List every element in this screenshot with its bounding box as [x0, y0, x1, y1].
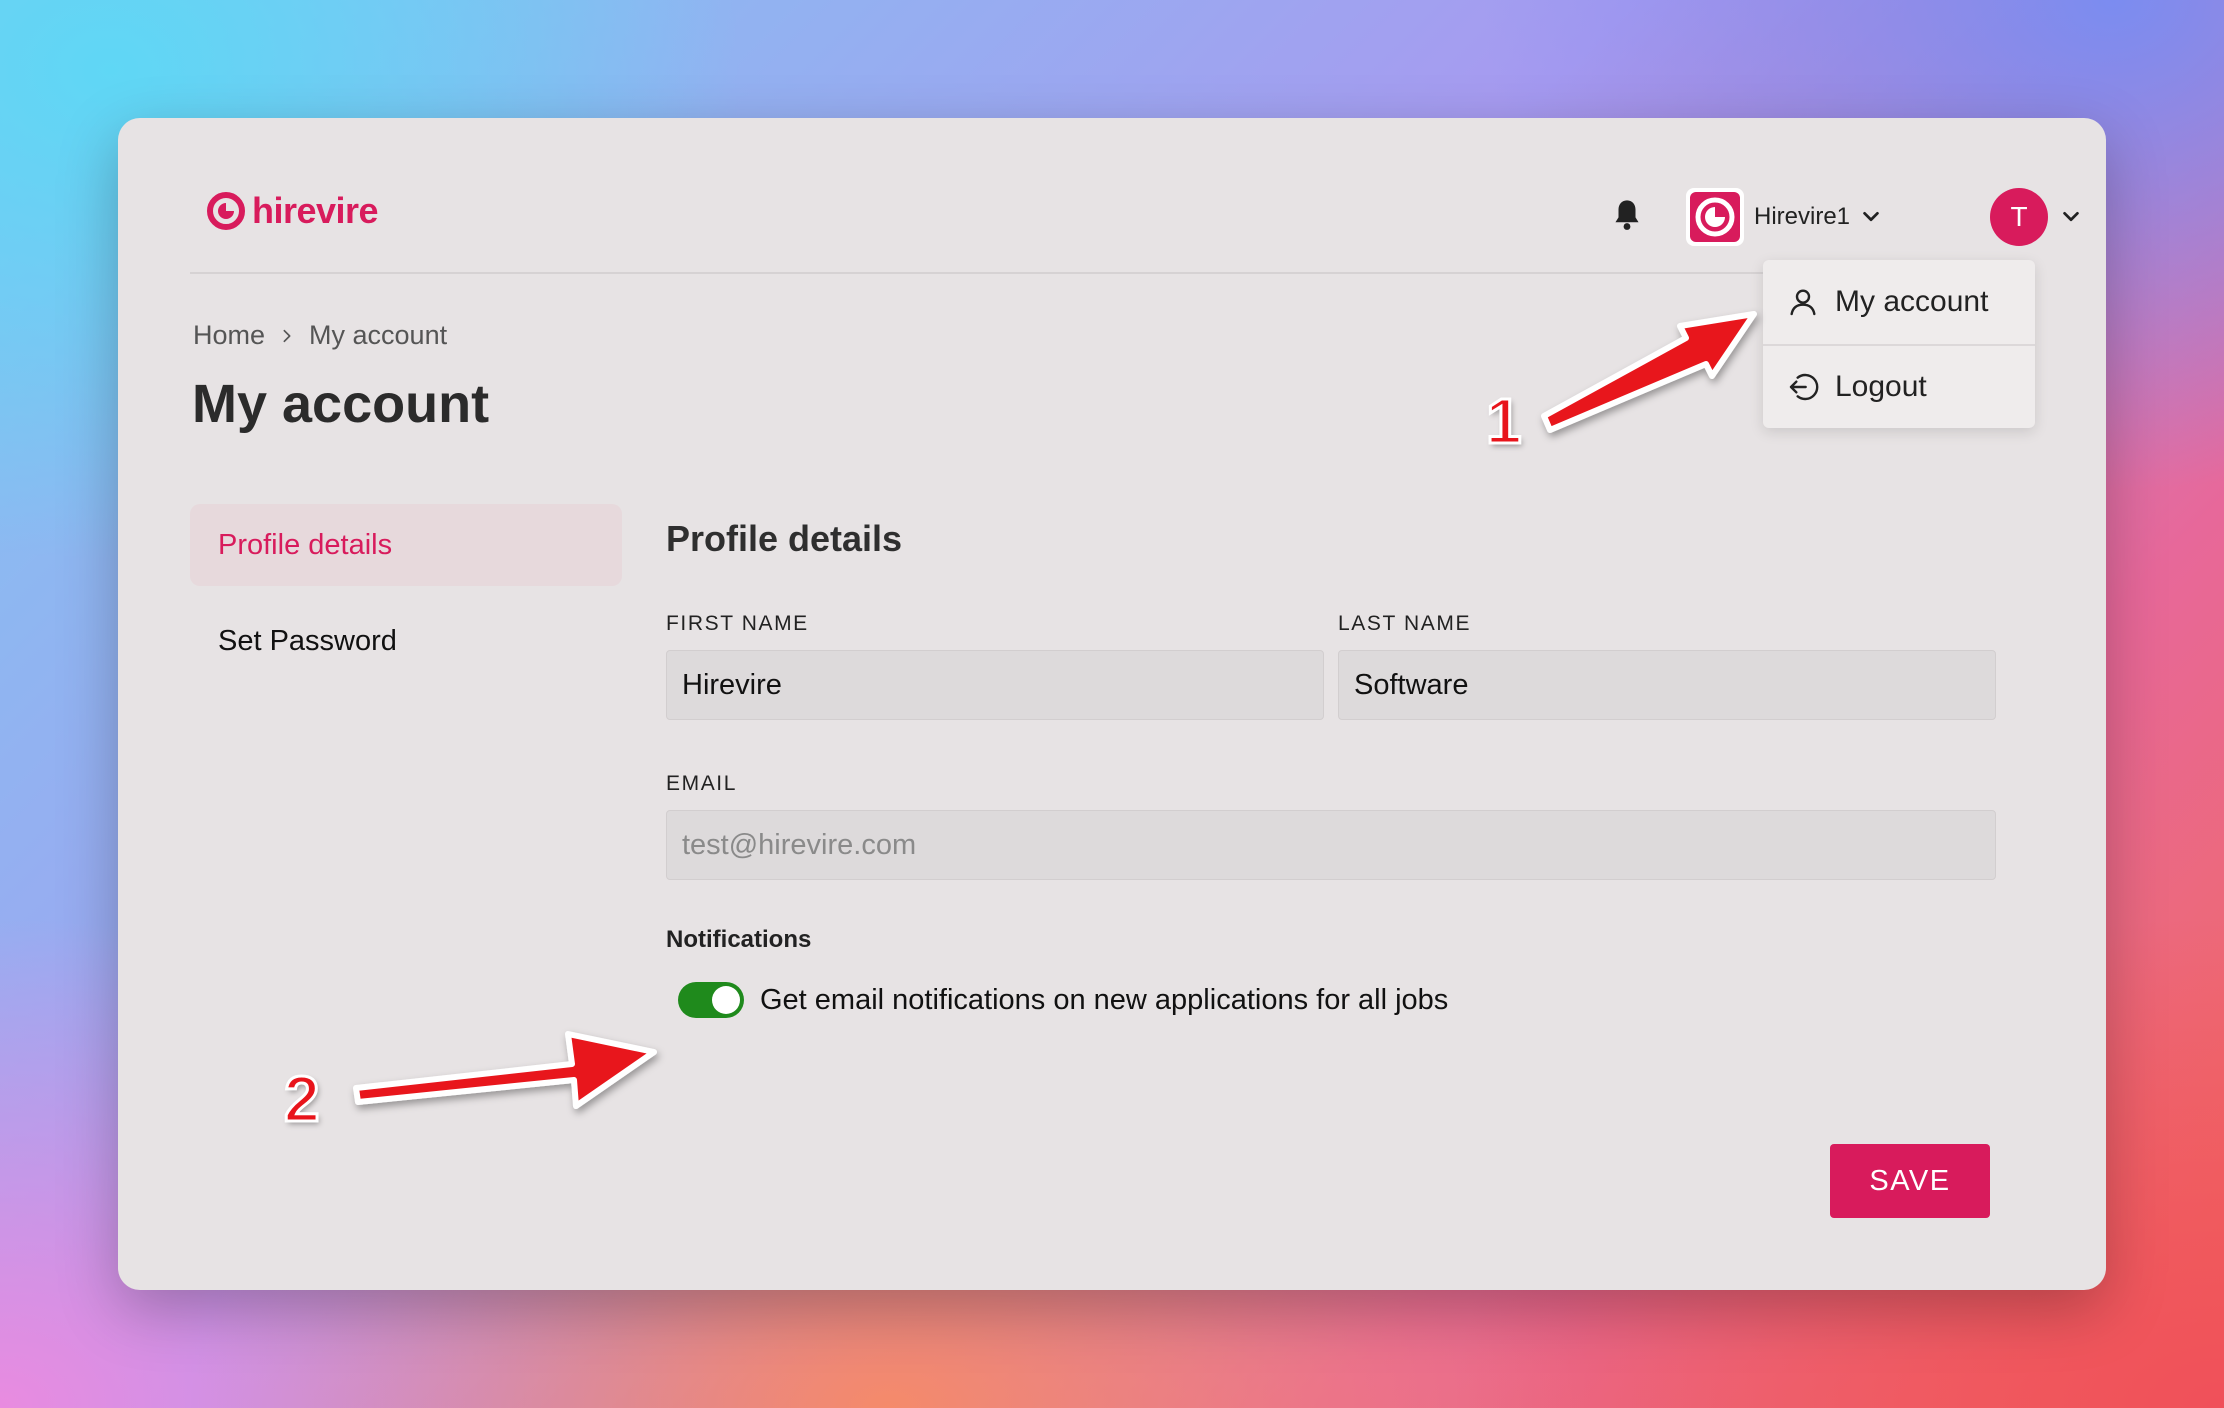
logo-icon — [207, 192, 245, 230]
first-name-group: FIRST NAME Hirevire — [666, 612, 1324, 720]
first-name-input[interactable]: Hirevire — [666, 650, 1324, 720]
menu-item-label: Logout — [1835, 370, 1927, 403]
user-dropdown-menu: My account Logout — [1763, 260, 2035, 428]
toggle-knob — [712, 986, 740, 1014]
notification-toggle-label: Get email notifications on new applicati… — [760, 983, 1449, 1016]
logo-text: hirevire — [252, 190, 379, 231]
user-menu-trigger[interactable]: T — [1990, 188, 2082, 246]
app-window: hirevire Hirevire1 T My account Logout H… — [118, 118, 2106, 1290]
last-name-input[interactable]: Software — [1338, 650, 1996, 720]
logout-icon — [1789, 373, 1819, 401]
chevron-down-icon — [1863, 211, 1879, 222]
annotation-number-1: 1 — [1485, 384, 1524, 459]
org-logo-icon — [1690, 192, 1740, 242]
notification-toggle[interactable] — [678, 982, 744, 1018]
save-button[interactable]: SAVE — [1830, 1144, 1990, 1218]
menu-item-label: My account — [1835, 285, 1989, 318]
avatar: T — [1990, 188, 2048, 246]
notifications-title: Notifications — [666, 926, 812, 953]
name-row: FIRST NAME Hirevire LAST NAME Software — [666, 612, 1996, 720]
last-name-label: LAST NAME — [1338, 612, 1472, 635]
section-title: Profile details — [666, 518, 903, 559]
logo[interactable]: hirevire — [206, 190, 379, 232]
side-nav-set-password[interactable]: Set Password — [190, 600, 622, 682]
breadcrumb-home[interactable]: Home — [193, 320, 265, 351]
annotation-number-2: 2 — [283, 1062, 322, 1137]
last-name-group: LAST NAME Software — [1338, 612, 1996, 720]
side-nav: Profile details Set Password — [190, 504, 622, 696]
email-label: EMAIL — [666, 772, 738, 795]
profile-form: Profile details FIRST NAME Hirevire LAST… — [666, 518, 1996, 1018]
top-bar: hirevire Hirevire1 T — [190, 118, 2079, 274]
user-icon — [1790, 289, 1816, 316]
email-input[interactable]: test@hirevire.com — [666, 810, 1996, 880]
side-nav-profile-details[interactable]: Profile details — [190, 504, 622, 586]
org-logo — [1686, 188, 1744, 246]
bell-icon[interactable] — [1612, 198, 1642, 232]
chevron-down-icon — [2063, 211, 2079, 222]
breadcrumb-current: My account — [309, 320, 448, 350]
first-name-label: FIRST NAME — [666, 612, 809, 635]
notification-setting: Get email notifications on new applicati… — [666, 982, 1996, 1018]
menu-item-my-account[interactable]: My account — [1763, 260, 2035, 344]
org-name: Hirevire1 — [1754, 203, 1851, 230]
page-title: My account — [192, 374, 490, 434]
email-group: EMAIL test@hirevire.com — [666, 772, 1996, 880]
chevron-right-icon — [283, 329, 291, 342]
breadcrumb: Home My account — [193, 320, 447, 351]
menu-item-logout[interactable]: Logout — [1763, 344, 2035, 428]
org-switcher[interactable]: Hirevire1 — [1686, 188, 1882, 246]
